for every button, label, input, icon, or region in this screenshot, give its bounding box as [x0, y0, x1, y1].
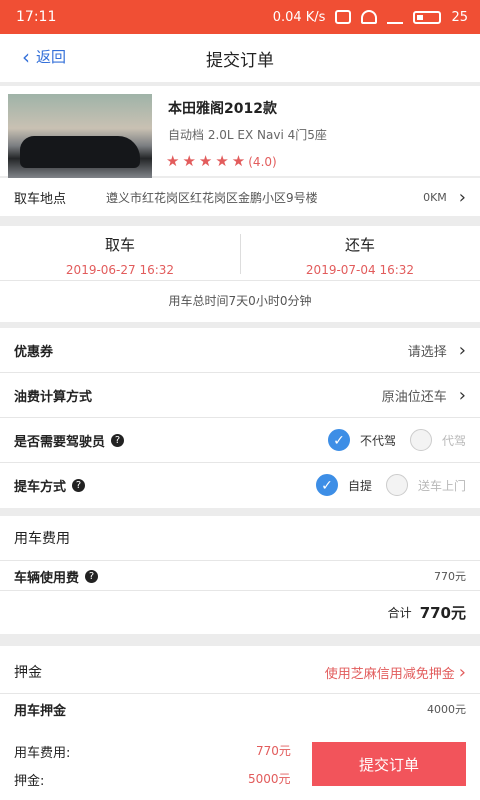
bottom-fee-label: 用车费用:: [14, 746, 71, 761]
rating-stars: ★★★★★(4.0): [166, 152, 277, 170]
radio-icon: [385, 474, 408, 496]
return-date-value: 2019-07-04 16:32: [305, 263, 415, 277]
chevron-right-icon: ›: [458, 661, 466, 683]
pickup-date-value: 2019-06-27 16:32: [65, 263, 175, 277]
rental-dates: 取车 2019-06-27 16:32 还车 2019-07-04 16:32 …: [0, 226, 480, 322]
fuel-method-label: 油费计算方式: [14, 389, 93, 405]
rating-score: (4.0): [248, 155, 277, 169]
fees-total-value: 770元: [419, 603, 466, 622]
star-icons: ★★★★★: [166, 152, 249, 170]
submit-order-button[interactable]: 提交订单: [312, 742, 466, 786]
car-name: 本田雅阁2012款: [168, 101, 277, 117]
usage-fee-value: 770元: [434, 570, 466, 583]
option-no-driver[interactable]: ✓ 不代驾: [327, 429, 396, 451]
option-delivery[interactable]: 送车上门: [385, 474, 466, 496]
driver-label: 是否需要驾驶员: [14, 434, 106, 450]
status-time: 17:11: [16, 9, 57, 25]
fees-total-row: 合计 770元: [0, 592, 480, 632]
chevron-right-icon: ›: [458, 186, 466, 208]
usage-fee-row: 车辆使用费 ? 770元: [0, 561, 480, 591]
fees-header: 用车费用: [0, 516, 480, 560]
zhima-deposit-link[interactable]: 使用芝麻信用减免押金: [325, 663, 455, 682]
pickup-location-label: 取车地点: [14, 191, 67, 207]
bottom-deposit-value: 5000元: [248, 772, 291, 786]
fuel-method-value: 原油位还车: [381, 389, 447, 405]
coupon-label: 优惠券: [14, 344, 54, 360]
deposit-value: 4000元: [427, 703, 466, 716]
deposit-header: 押金 使用芝麻信用减免押金 ›: [0, 650, 480, 694]
check-icon: ✓: [327, 429, 350, 451]
divider: [0, 280, 480, 281]
option-driver-label: 代驾: [441, 433, 466, 448]
car-spec: 自动档 2.0L EX Navi 4门5座: [168, 128, 327, 142]
status-bar: 17:11 0.04 K/s 25: [0, 0, 480, 34]
battery-level: 25: [451, 9, 468, 25]
check-icon: ✓: [315, 474, 338, 496]
fees-title: 用车费用: [14, 531, 70, 547]
signal-icon: [387, 10, 404, 24]
pickup-distance: 0KM: [423, 190, 447, 204]
coupon-row[interactable]: 优惠券 请选择 ›: [0, 328, 480, 372]
headset-icon: [361, 10, 378, 24]
option-no-driver-label: 不代驾: [359, 433, 396, 448]
pickup-location-row[interactable]: 取车地点 遵义市红花岗区红花岗区金鹏小区9号楼 0KM ›: [0, 178, 480, 216]
help-icon[interactable]: ?: [111, 433, 125, 447]
usage-fee-label: 车辆使用费: [14, 570, 80, 586]
option-driver[interactable]: 代驾: [409, 429, 466, 451]
battery-icon: [413, 10, 442, 24]
pickup-date-label: 取车: [104, 236, 135, 254]
driver-row: 是否需要驾驶员 ? ✓ 不代驾 代驾: [0, 418, 480, 462]
delivery-label: 提车方式: [14, 479, 67, 495]
deposit-row: 用车押金 4000元: [0, 694, 480, 724]
divider: [0, 590, 480, 591]
deposit-label: 用车押金: [14, 703, 67, 719]
chevron-right-icon: ›: [458, 339, 466, 361]
fees-total-label: 合计: [387, 605, 412, 620]
help-icon[interactable]: ?: [85, 569, 99, 583]
network-speed: 0.04 K/s: [272, 9, 326, 25]
chevron-right-icon: ›: [458, 384, 466, 406]
back-label: 返回: [36, 48, 67, 66]
nav-bar: ‹ 返回 提交订单: [0, 34, 480, 82]
car-card[interactable]: 本田雅阁2012款 自动档 2.0L EX Navi 4门5座 ★★★★★(4.…: [0, 86, 480, 180]
return-date[interactable]: 还车 2019-07-04 16:32: [240, 226, 480, 277]
radio-icon: [409, 429, 432, 451]
car-silhouette: [20, 136, 140, 168]
pickup-date[interactable]: 取车 2019-06-27 16:32: [0, 226, 240, 277]
pickup-address: 遵义市红花岗区红花岗区金鹏小区9号楼: [106, 190, 318, 205]
option-self-pickup-label: 自提: [347, 478, 372, 493]
fuel-method-row[interactable]: 油费计算方式 原油位还车 ›: [0, 373, 480, 417]
page-title: 提交订单: [206, 50, 274, 71]
chevron-left-icon: ‹: [22, 44, 30, 69]
bottom-fee-value: 770元: [256, 744, 291, 758]
return-date-label: 还车: [344, 236, 375, 254]
back-button[interactable]: ‹ 返回: [22, 46, 66, 67]
coupon-value: 请选择: [407, 344, 447, 360]
help-icon[interactable]: ?: [72, 478, 86, 492]
deposit-title: 押金: [14, 665, 42, 681]
option-delivery-label: 送车上门: [417, 478, 466, 493]
total-rental-time: 用车总时间7天0小时0分钟: [168, 294, 312, 308]
bottom-deposit-label: 押金:: [14, 774, 45, 789]
bottom-bar: 用车费用: 770元 押金: 5000元 提交订单: [0, 736, 480, 800]
delivery-row: 提车方式 ? ✓ 自提 送车上门: [0, 463, 480, 507]
notification-icon: [335, 10, 352, 24]
car-photo: [8, 94, 152, 180]
option-self-pickup[interactable]: ✓ 自提: [315, 474, 372, 496]
